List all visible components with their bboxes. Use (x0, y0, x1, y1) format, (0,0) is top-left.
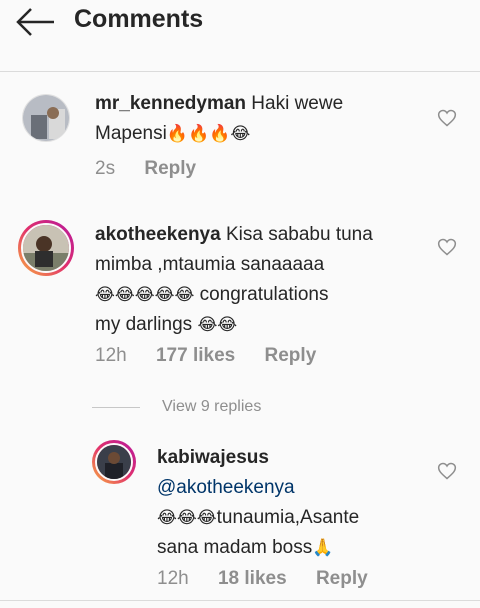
emoji: 🔥🔥🔥😂 (166, 124, 251, 144)
divider (92, 406, 140, 408)
comment-body: sana madam boss (157, 537, 313, 558)
emoji: 😂😂 (197, 315, 238, 335)
back-arrow-icon[interactable] (14, 6, 58, 38)
like-heart-icon[interactable] (437, 461, 457, 481)
reply-button[interactable]: Reply (265, 345, 317, 366)
timestamp: 12h (95, 345, 127, 366)
username[interactable]: kabiwajesus (157, 447, 269, 468)
avatar[interactable] (22, 94, 70, 142)
comment-body: my darlings (95, 314, 193, 335)
avatar[interactable] (18, 220, 74, 276)
view-replies-toggle[interactable]: View 9 replies (92, 397, 261, 417)
emoji: 😂😂😂😂😂 (95, 285, 195, 305)
top-bar: Comments (0, 0, 480, 72)
mention-link[interactable]: @akotheekenya (157, 477, 295, 498)
reply-button[interactable]: Reply (316, 568, 368, 589)
comment-text: kabiwajesus @akotheekenya 😂😂😂tunaumia,As… (157, 443, 359, 563)
comment-body: tunaumia,Asante (216, 507, 360, 528)
page-title: Comments (74, 5, 204, 33)
comment-meta: 12h 177 likes Reply (95, 345, 340, 367)
comment-body: congratulations (199, 284, 329, 305)
comment-text: akotheekenya Kisa sababu tuna mimba ,mta… (95, 220, 373, 340)
comment-body: Mapensi (95, 123, 167, 144)
username[interactable]: mr_kennedyman (95, 93, 246, 114)
timestamp: 12h (157, 568, 189, 589)
likes-count[interactable]: 18 likes (218, 568, 287, 589)
emoji: 😂😂😂 (157, 508, 217, 528)
likes-count[interactable]: 177 likes (156, 345, 235, 366)
username[interactable]: akotheekenya (95, 224, 221, 245)
comment-text: mr_kennedyman Haki wewe Mapensi🔥🔥🔥😂 (95, 89, 343, 149)
comment-body: Kisa sababu tuna (225, 224, 373, 245)
divider (0, 600, 480, 601)
comment-meta: 2s Reply (95, 158, 220, 180)
like-heart-icon[interactable] (437, 237, 457, 257)
timestamp: 2s (95, 158, 116, 179)
comment-body: mimba ,mtaumia sanaaaaa (95, 254, 325, 275)
emoji: 🙏 (312, 538, 334, 558)
like-heart-icon[interactable] (437, 108, 457, 128)
avatar[interactable] (92, 440, 136, 484)
comment-body: Haki wewe (251, 93, 344, 114)
comment-meta: 12h 18 likes Reply (157, 568, 392, 590)
view-replies-label[interactable]: View 9 replies (162, 398, 261, 416)
reply-button[interactable]: Reply (144, 158, 196, 179)
